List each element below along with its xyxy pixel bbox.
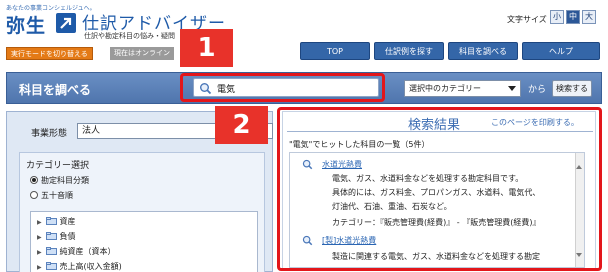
- radio-label: 勘定科目分類: [41, 176, 89, 185]
- callout-badge-1: 1: [180, 29, 233, 67]
- from-label: から: [528, 85, 547, 95]
- nav-top-button[interactable]: TOP: [300, 42, 370, 60]
- chevron-down-icon: [508, 86, 516, 91]
- mode-switch-button[interactable]: 実行モードを切り替える: [6, 47, 93, 60]
- nav-lookup-account-button[interactable]: 科目を調べる: [448, 42, 518, 60]
- expand-icon[interactable]: ▶: [37, 234, 43, 241]
- nav-find-journal-button[interactable]: 仕訳例を探す: [374, 42, 444, 60]
- folder-icon: [45, 232, 57, 240]
- tree-item-sales[interactable]: ▶ 売上高(収入金額): [37, 261, 122, 272]
- radio-checked-icon: [30, 176, 38, 184]
- callout-badge-2: 2: [215, 106, 268, 144]
- tree-item-net-assets[interactable]: ▶ 純資産（資本）: [37, 246, 116, 257]
- tree-item-liabilities[interactable]: ▶ 負債: [37, 231, 76, 242]
- font-size-label: 文字サイズ: [507, 15, 547, 24]
- radio-label: 五十音順: [41, 191, 73, 200]
- search-button[interactable]: 検索する: [552, 80, 592, 97]
- search-highlight-box: [180, 73, 385, 102]
- folder-icon: [45, 217, 57, 225]
- tree-item-assets[interactable]: ▶ 資産: [37, 216, 76, 227]
- category-select-value: 選択中のカテゴリー: [409, 84, 481, 93]
- expand-icon[interactable]: ▶: [37, 249, 43, 256]
- folder-icon: [45, 262, 57, 270]
- radio-account-classification[interactable]: 勘定科目分類: [30, 175, 89, 186]
- business-type-label: 事業形態: [31, 129, 68, 139]
- tree-item-label: 売上高(収入金額): [59, 262, 122, 271]
- tree-item-label: 資産: [59, 217, 76, 226]
- font-size-large-button[interactable]: 大: [582, 10, 596, 24]
- category-tree: ▶ 資産 ▶ 負債 ▶ 純資産（資本） ▶ 売上高(収入金額): [30, 211, 258, 272]
- category-selection-panel: カテゴリー選択 勘定科目分類 五十音順 ▶ 資産 ▶ 負債 ▶ 純資産（資本） …: [19, 152, 265, 272]
- tree-item-label: 純資産（資本）: [59, 247, 116, 256]
- font-size-medium-button[interactable]: 中: [566, 10, 580, 24]
- app-subtitle: 仕訳や勘定科目の悩み・疑問: [84, 32, 175, 40]
- category-select[interactable]: 選択中のカテゴリー: [404, 80, 521, 97]
- tree-item-label: 負債: [59, 232, 76, 241]
- online-status-badge: 現在はオンライン: [110, 47, 174, 60]
- folder-icon: [45, 247, 57, 255]
- search-section-title: 科目を調べる: [19, 83, 92, 97]
- brand-arrow-icon: [56, 13, 76, 33]
- category-heading: カテゴリー選択: [26, 161, 90, 171]
- font-size-small-button[interactable]: 小: [550, 10, 564, 24]
- brand-logo-text: 弥生: [6, 15, 47, 37]
- nav-help-button[interactable]: ヘルプ: [522, 42, 600, 60]
- expand-icon[interactable]: ▶: [37, 264, 43, 271]
- results-highlight-box: [277, 107, 602, 271]
- header: あなたの事業コンシェルジュへ。 弥生 仕訳アドバイザー 仕訳や勘定科目の悩み・疑…: [0, 0, 608, 62]
- radio-unchecked-icon: [30, 191, 38, 199]
- expand-icon[interactable]: ▶: [37, 219, 43, 226]
- radio-kana-order[interactable]: 五十音順: [30, 190, 73, 201]
